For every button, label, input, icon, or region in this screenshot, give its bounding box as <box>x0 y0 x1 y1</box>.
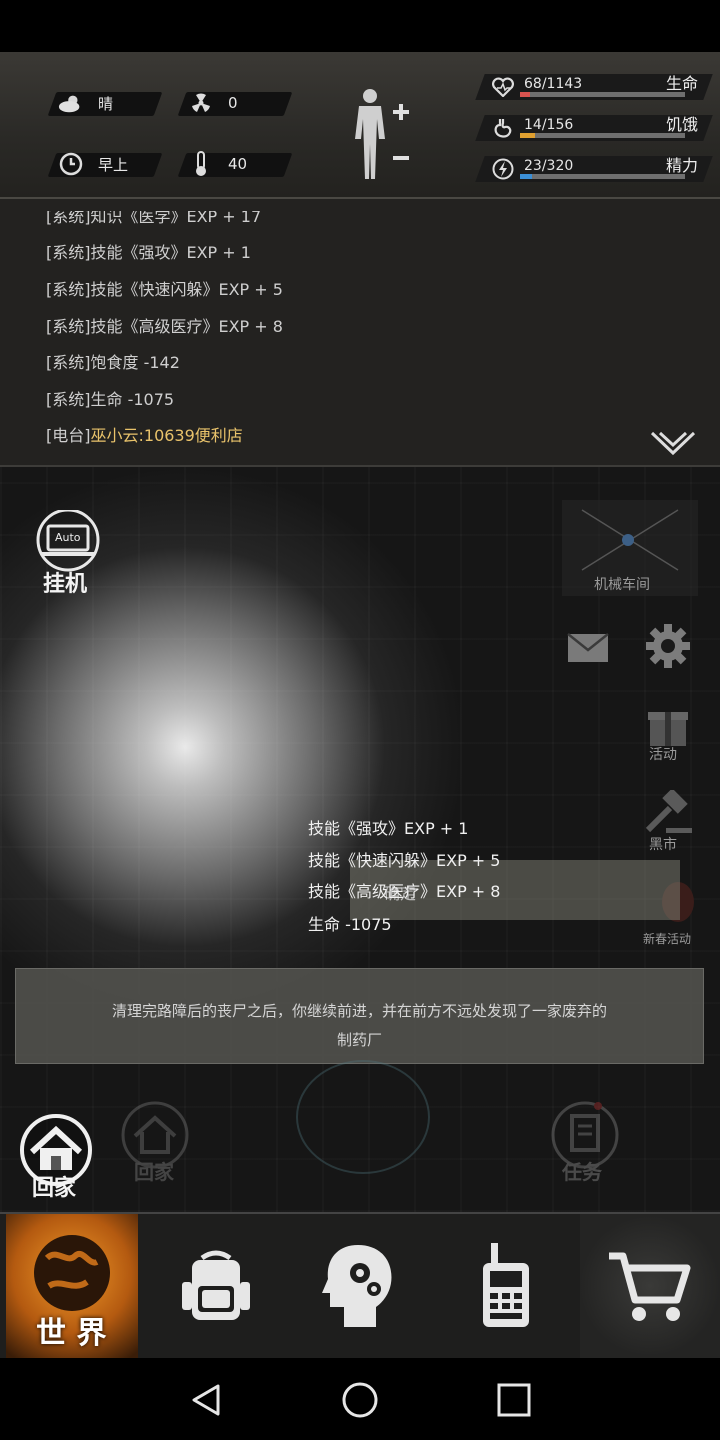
hunger-bar <box>520 133 685 138</box>
home-ghost-label: 回家 <box>134 1160 174 1184</box>
health-label: 生命 <box>665 74 698 93</box>
temperature-display: 40 <box>188 151 248 176</box>
shop-tab[interactable] <box>580 1214 720 1358</box>
temperature-value: 40 <box>228 155 248 173</box>
energy-stat: 23/320 精力 <box>475 156 713 182</box>
story-text-line: 清理完路障后的丧尸之后，你继续前进，并在前方不远处发现了一家废弃的 <box>111 1002 607 1020</box>
expand-log-button[interactable] <box>650 429 696 459</box>
chevron-down-icon <box>650 431 696 456</box>
log-line: [系统]生命 -1075 <box>46 390 175 409</box>
result-line: 技能《强攻》EXP + 1 <box>308 819 469 838</box>
weather-value: 晴 <box>98 94 114 113</box>
body-figure-icon <box>355 89 409 179</box>
radio-tab[interactable] <box>436 1214 576 1358</box>
gear-icon <box>646 624 690 668</box>
new-year-event-label: 新春活动 <box>643 932 692 946</box>
log-line: [系统]技能《快速闪躲》EXP + 5 <box>46 280 283 299</box>
hunger-label: 饥饿 <box>665 115 698 134</box>
auction-hammer-icon <box>645 788 692 833</box>
log-line: [系统]饱食度 -142 <box>46 353 180 372</box>
energy-label: 精力 <box>665 156 698 175</box>
square-recents-icon <box>497 1383 531 1417</box>
time-display: 早上 <box>58 152 129 176</box>
radiation-display: 0 <box>188 92 238 114</box>
result-line: 生命 -1075 <box>308 915 392 934</box>
result-line: 技能《高级医疗》EXP + 8 <box>308 882 501 901</box>
shopping-cart-icon <box>609 1252 691 1321</box>
circle-home-icon <box>342 1382 378 1418</box>
backpack-tab[interactable] <box>146 1214 286 1358</box>
log-line: [系统]技能《强攻》EXP + 1 <box>46 243 251 262</box>
system-navigation-bar <box>0 1358 720 1440</box>
activity-label: 活动 <box>649 747 677 763</box>
compass-ghost <box>296 1060 430 1174</box>
home-label: 回家 <box>32 1176 77 1201</box>
skills-tab[interactable] <box>290 1214 430 1358</box>
workshop-button[interactable]: 机械车间 <box>562 500 698 596</box>
back-triangle-icon <box>192 1384 220 1416</box>
energy-bar <box>520 174 685 179</box>
time-value: 早上 <box>98 155 129 174</box>
mail-icon <box>567 633 609 662</box>
message-log[interactable]: [系统]知识《医学》EXP + 17 [系统]技能《强攻》EXP + 1 [系统… <box>0 199 720 467</box>
cloud-sun-icon <box>58 92 84 114</box>
radiation-value: 0 <box>228 94 238 112</box>
activity-button[interactable]: 活动 <box>640 704 696 768</box>
heart-icon <box>490 74 516 100</box>
auto-badge: Auto <box>55 531 81 544</box>
task-label: 任务 <box>562 1160 602 1184</box>
home-button[interactable]: 回家 <box>18 1112 96 1201</box>
radio-prefix: [电台] <box>46 426 91 445</box>
bottom-navigation: 世 界 <box>0 1212 720 1358</box>
workshop-label: 机械车间 <box>594 577 650 593</box>
brain-gear-icon <box>322 1245 392 1327</box>
energy-value: 23/320 <box>524 158 574 174</box>
result-line: 技能《快速闪躲》EXP + 5 <box>308 851 501 870</box>
black-market-button[interactable]: 黑市 <box>640 788 696 854</box>
workshop-icon <box>581 509 679 571</box>
hunger-value: 14/156 <box>524 117 574 133</box>
energy-icon <box>490 156 516 182</box>
stomach-icon <box>490 115 516 141</box>
auto-idle-button[interactable]: Auto 挂机 <box>30 508 108 597</box>
gift-icon <box>648 712 688 746</box>
health-value: 68/1143 <box>524 76 583 92</box>
mail-button[interactable] <box>566 630 612 666</box>
hud-panel: 晴 0 早上 40 68/1143 生命 14/156 饥饿 23/320 精力 <box>0 52 720 199</box>
walkie-talkie-icon <box>483 1243 529 1327</box>
home-system-button[interactable] <box>340 1380 380 1420</box>
backpack-icon <box>182 1250 250 1320</box>
hunger-stat: 14/156 饥饿 <box>475 115 713 141</box>
home-button-ghost: 回家 <box>120 1100 192 1190</box>
settings-button[interactable] <box>644 622 692 670</box>
story-text-line: 制药厂 <box>336 1031 382 1049</box>
globe-icon <box>34 1235 110 1311</box>
world-label: 世 界 <box>36 1316 107 1351</box>
log-line: [系统]技能《高级医疗》EXP + 8 <box>46 317 283 336</box>
status-bar <box>0 0 720 52</box>
clock-icon <box>58 152 84 176</box>
story-dialog[interactable]: 清理完路障后的丧尸之后，你继续前进，并在前方不远处发现了一家废弃的 制药厂 <box>15 968 704 1064</box>
black-market-label: 黑市 <box>649 837 677 853</box>
weather-display: 晴 <box>58 92 113 114</box>
radio-log-line: [电台]巫小云:10639便利店 <box>46 422 243 446</box>
radiation-icon <box>188 92 214 114</box>
health-bar <box>520 92 685 97</box>
back-button[interactable] <box>186 1380 226 1420</box>
character-status-button[interactable] <box>345 84 425 184</box>
recents-button[interactable] <box>494 1380 534 1420</box>
auto-label: 挂机 <box>43 572 88 597</box>
task-button[interactable]: 任务 <box>550 1100 622 1190</box>
log-line: [系统]知识《医学》EXP + 17 <box>46 207 262 226</box>
health-stat: 68/1143 生命 <box>475 74 713 100</box>
thermometer-icon <box>188 151 214 176</box>
radio-message: 巫小云:10639便利店 <box>90 426 243 445</box>
world-tab[interactable]: 世 界 <box>6 1214 138 1358</box>
